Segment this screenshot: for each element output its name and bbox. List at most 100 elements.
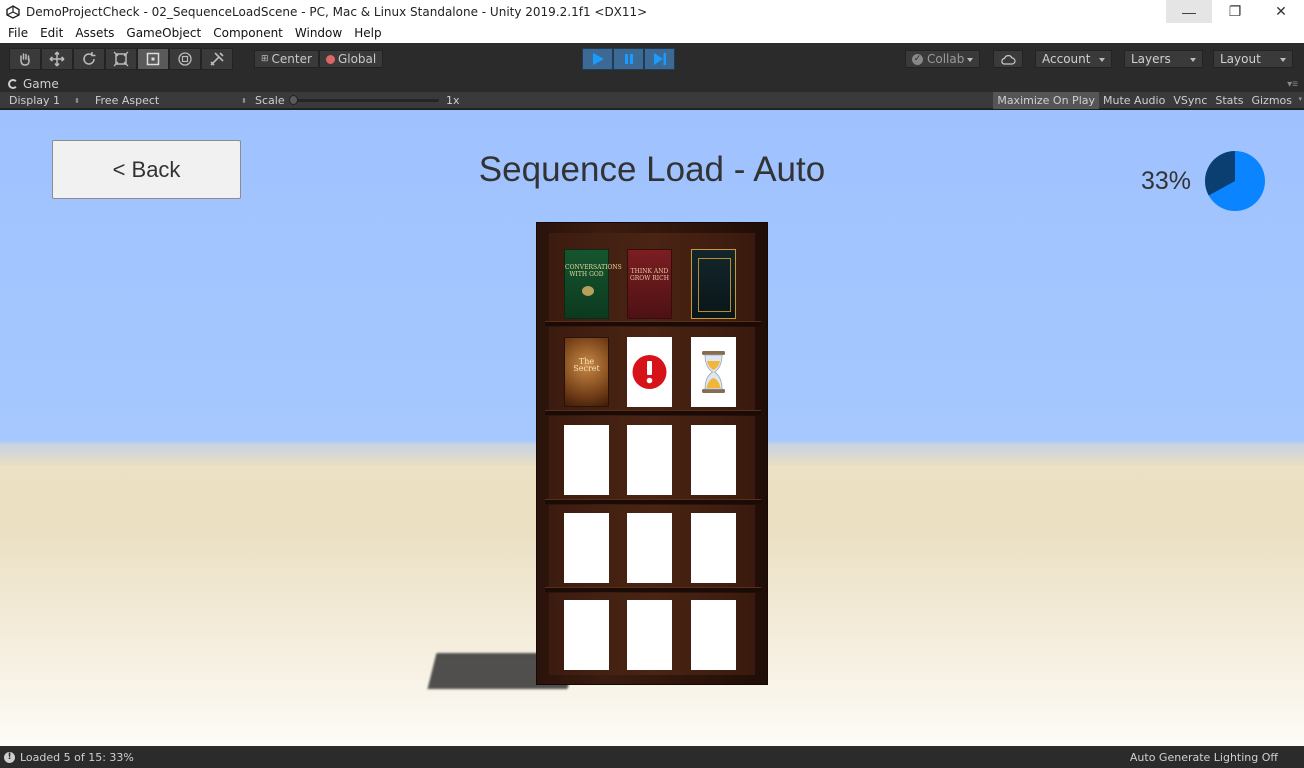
book-cover-dark[interactable] bbox=[691, 249, 736, 319]
game-view-toggles: Maximize On Play Mute Audio VSync Stats … bbox=[993, 92, 1304, 109]
collab-dropdown[interactable]: ✓ Collab bbox=[905, 50, 980, 68]
main-toolbar: ⊞ Center Global ✓ Collab Account Layers … bbox=[0, 43, 1304, 75]
pause-button[interactable] bbox=[613, 48, 644, 70]
updown-icon: ⬍ bbox=[241, 96, 247, 105]
scale-slider[interactable] bbox=[289, 92, 439, 109]
chevron-down-icon bbox=[1190, 58, 1196, 62]
tab-menu-icon[interactable]: ▾≡ bbox=[1287, 79, 1298, 90]
move-tool-button[interactable] bbox=[41, 48, 73, 70]
menu-assets[interactable]: Assets bbox=[69, 26, 120, 40]
book-cover-secret[interactable]: The Secret bbox=[564, 337, 609, 407]
menu-help[interactable]: Help bbox=[348, 26, 387, 40]
layout-label: Layout bbox=[1220, 52, 1261, 66]
shelf-plank bbox=[545, 499, 761, 504]
pivot-toggles: ⊞ Center Global bbox=[254, 50, 384, 68]
shelf-plank bbox=[545, 587, 761, 592]
menu-file[interactable]: File bbox=[2, 26, 34, 40]
empty-slot bbox=[691, 600, 736, 670]
scale-slider-thumb[interactable] bbox=[289, 95, 298, 105]
load-error-slot bbox=[627, 337, 672, 407]
tab-game[interactable]: Game bbox=[4, 77, 59, 91]
play-button[interactable] bbox=[582, 48, 613, 70]
cloud-group bbox=[993, 50, 1023, 68]
game-view: < Back Sequence Load - Auto 33% CONVERSA… bbox=[0, 110, 1304, 746]
transform-tool-button[interactable] bbox=[169, 48, 201, 70]
cloud-button[interactable] bbox=[993, 50, 1023, 68]
book-emblem bbox=[582, 286, 594, 296]
rotate-icon bbox=[83, 52, 96, 65]
chevron-down-icon bbox=[967, 58, 973, 62]
account-dropdown[interactable]: Account bbox=[1035, 50, 1112, 68]
step-icon bbox=[653, 53, 666, 65]
updown-icon: ⬍ bbox=[74, 96, 80, 105]
scale-tool-button[interactable] bbox=[105, 48, 137, 70]
loading-slot bbox=[691, 337, 736, 407]
gizmos-dropdown[interactable]: Gizmos ▾ bbox=[1247, 92, 1304, 109]
book-ornament bbox=[698, 258, 731, 312]
empty-slot bbox=[627, 600, 672, 670]
pivot-rotation-label: Global bbox=[337, 52, 377, 66]
menu-edit[interactable]: Edit bbox=[34, 26, 69, 40]
collab-group: ✓ Collab bbox=[905, 50, 980, 68]
pivot-rotation-button[interactable]: Global bbox=[318, 50, 384, 68]
pivot-mode-label: Center bbox=[271, 52, 312, 66]
close-button[interactable]: ✕ bbox=[1258, 0, 1304, 23]
display-dropdown[interactable]: Display 1 ⬍ bbox=[9, 92, 84, 109]
empty-slot bbox=[564, 600, 609, 670]
empty-slot bbox=[564, 513, 609, 583]
shelf-plank bbox=[545, 321, 761, 326]
menu-window[interactable]: Window bbox=[289, 26, 348, 40]
book-title: CONVERSATIONS WITH GOD bbox=[565, 264, 622, 278]
play-icon bbox=[592, 53, 604, 65]
minimize-button[interactable]: — bbox=[1166, 0, 1212, 23]
rotate-tool-button[interactable] bbox=[73, 48, 105, 70]
error-icon bbox=[632, 355, 667, 389]
window-titlebar: DemoProjectCheck - 02_SequenceLoadScene … bbox=[0, 0, 1304, 23]
book-cover-red[interactable]: THINK AND GROW RICH bbox=[627, 249, 672, 319]
chevron-down-icon bbox=[1099, 58, 1105, 62]
aspect-label: Free Aspect bbox=[95, 94, 160, 107]
empty-slot bbox=[691, 513, 736, 583]
chevron-down-icon bbox=[1280, 58, 1286, 62]
cloud-icon bbox=[1001, 54, 1016, 65]
globe-icon bbox=[325, 54, 335, 64]
gizmos-label: Gizmos bbox=[1251, 94, 1292, 107]
window-controls: — ❐ ✕ bbox=[1166, 0, 1304, 23]
console-status[interactable]: ! Loaded 5 of 15: 33% bbox=[4, 751, 134, 764]
hand-tool-button[interactable] bbox=[9, 48, 41, 70]
display-label: Display 1 bbox=[9, 94, 61, 107]
status-message: Loaded 5 of 15: 33% bbox=[20, 750, 134, 764]
lighting-status: Auto Generate Lighting Off bbox=[1129, 751, 1278, 764]
pivot-mode-button[interactable]: ⊞ Center bbox=[254, 50, 319, 68]
chevron-down-icon: ▾ bbox=[1298, 95, 1302, 103]
custom-tool-button[interactable] bbox=[201, 48, 233, 70]
layers-dropdown[interactable]: Layers bbox=[1124, 50, 1203, 68]
transform-icon bbox=[178, 52, 192, 66]
menu-gameobject[interactable]: GameObject bbox=[120, 26, 207, 40]
hand-icon bbox=[20, 53, 30, 66]
account-label: Account bbox=[1042, 52, 1091, 66]
game-view-toolbar: Display 1 ⬍ Free Aspect ⬍ Scale 1x Maxim… bbox=[0, 92, 1304, 109]
book-title: The Secret bbox=[573, 357, 600, 373]
vsync-toggle[interactable]: VSync bbox=[1169, 92, 1211, 109]
scale-icon bbox=[113, 51, 129, 67]
book-cover-green[interactable]: CONVERSATIONS WITH GOD bbox=[564, 249, 622, 319]
menu-component[interactable]: Component bbox=[207, 26, 289, 40]
move-arrows-icon bbox=[49, 51, 65, 67]
maximize-button[interactable]: ❐ bbox=[1212, 0, 1258, 23]
mute-audio-toggle[interactable]: Mute Audio bbox=[1099, 92, 1169, 109]
play-controls bbox=[582, 48, 675, 70]
scale-slider-track bbox=[292, 99, 439, 102]
maximize-on-play-toggle[interactable]: Maximize On Play bbox=[993, 92, 1100, 109]
step-button[interactable] bbox=[644, 48, 675, 70]
empty-slot bbox=[627, 425, 672, 495]
hourglass-icon bbox=[702, 351, 725, 393]
pause-icon bbox=[624, 54, 633, 64]
check-circle-icon: ✓ bbox=[912, 53, 923, 65]
layout-dropdown[interactable]: Layout bbox=[1213, 50, 1293, 68]
aspect-dropdown[interactable]: Free Aspect ⬍ bbox=[95, 92, 247, 109]
info-icon: ! bbox=[4, 751, 15, 763]
empty-slot bbox=[691, 425, 736, 495]
rect-tool-button[interactable] bbox=[137, 48, 169, 70]
stats-toggle[interactable]: Stats bbox=[1211, 92, 1247, 109]
